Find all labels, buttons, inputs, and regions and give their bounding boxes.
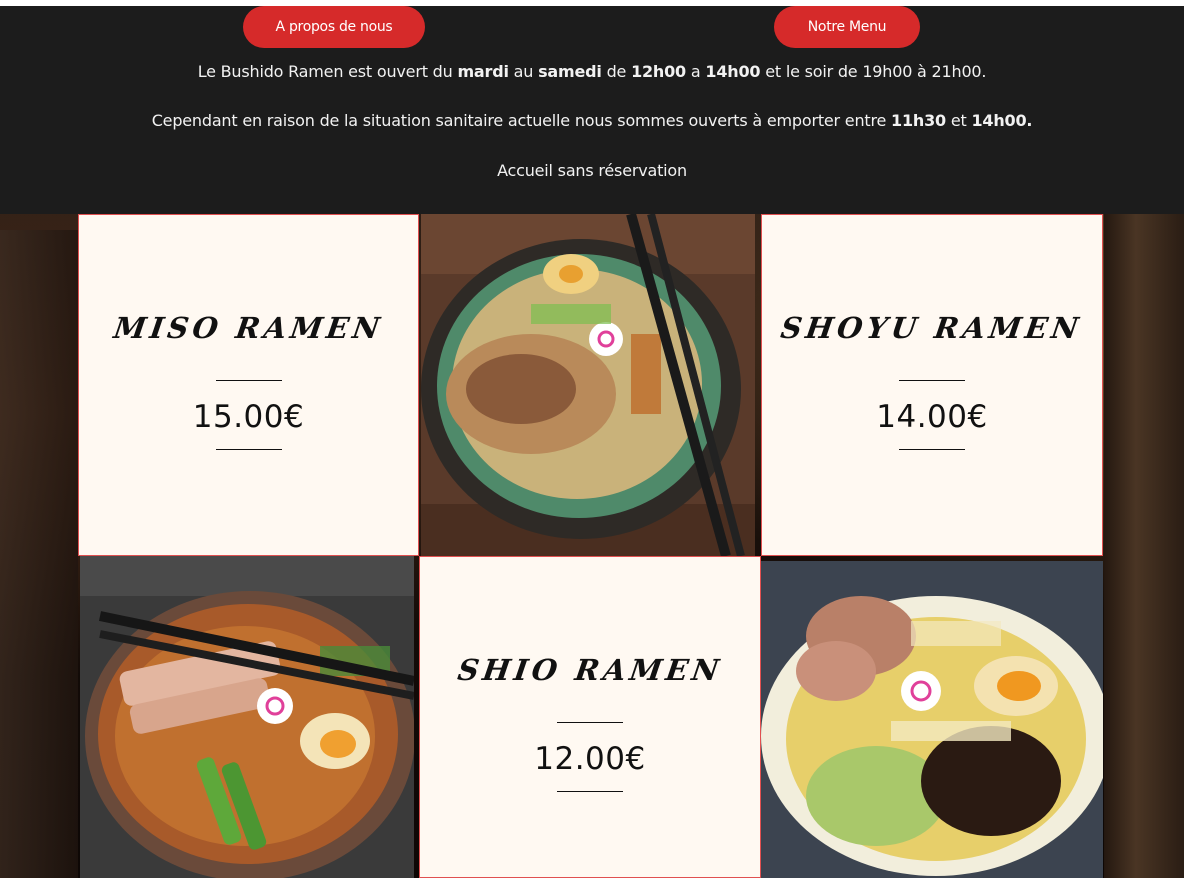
text-segment: Le Bushido Ramen est ouvert du (197, 62, 458, 81)
background-right-shelf (1104, 214, 1184, 878)
no-reservation-text: Accueil sans réservation (497, 161, 687, 180)
text-segment: Cependant en raison de la situation sani… (151, 111, 892, 130)
opening-hours-text: Le Bushido Ramen est ouvert du mardi au … (0, 62, 1184, 81)
menu-button[interactable]: Notre Menu (774, 6, 920, 48)
dish-price: 14.00€ (876, 399, 988, 435)
highlight-text: 11h30 (891, 111, 946, 130)
divider (899, 380, 965, 381)
highlight-text: mardi (457, 62, 509, 81)
text-segment: de (601, 62, 632, 81)
takeaway-hours-text: Cependant en raison de la situation sani… (0, 111, 1184, 130)
divider (215, 380, 282, 381)
dish-price: 15.00€ (192, 399, 305, 435)
divider (557, 791, 623, 792)
highlight-text: samedi (538, 62, 602, 81)
dish-name: Shio Ramen (455, 653, 725, 687)
divider (899, 449, 965, 450)
text-segment: et (945, 111, 972, 130)
divider (557, 722, 623, 723)
highlight-text: 12h00 (631, 62, 686, 81)
menu-card-shio: Shio Ramen 12.00€ (419, 556, 761, 878)
shio-ramen-photo (761, 561, 1103, 878)
text-segment: et le soir de 19h00 à 21h00. (760, 62, 987, 81)
menu-card-miso: Miso Ramen 15.00€ (78, 214, 419, 556)
info-header (0, 6, 1184, 214)
dish-price: 12.00€ (534, 741, 646, 777)
divider (215, 449, 282, 450)
text-segment: au (508, 62, 539, 81)
about-button[interactable]: A propos de nous (243, 6, 425, 48)
miso-ramen-photo (421, 214, 755, 556)
highlight-text: 14h00 (705, 62, 761, 81)
dish-name: Shoyu Ramen (779, 311, 1085, 345)
highlight-text: 14h00. (971, 111, 1033, 130)
menu-card-shoyu: Shoyu Ramen 14.00€ (761, 214, 1103, 556)
dish-name: Miso Ramen (111, 311, 386, 345)
shoyu-ramen-photo (80, 556, 414, 878)
text-segment: a (686, 62, 706, 81)
background-left-shelf (0, 230, 78, 878)
